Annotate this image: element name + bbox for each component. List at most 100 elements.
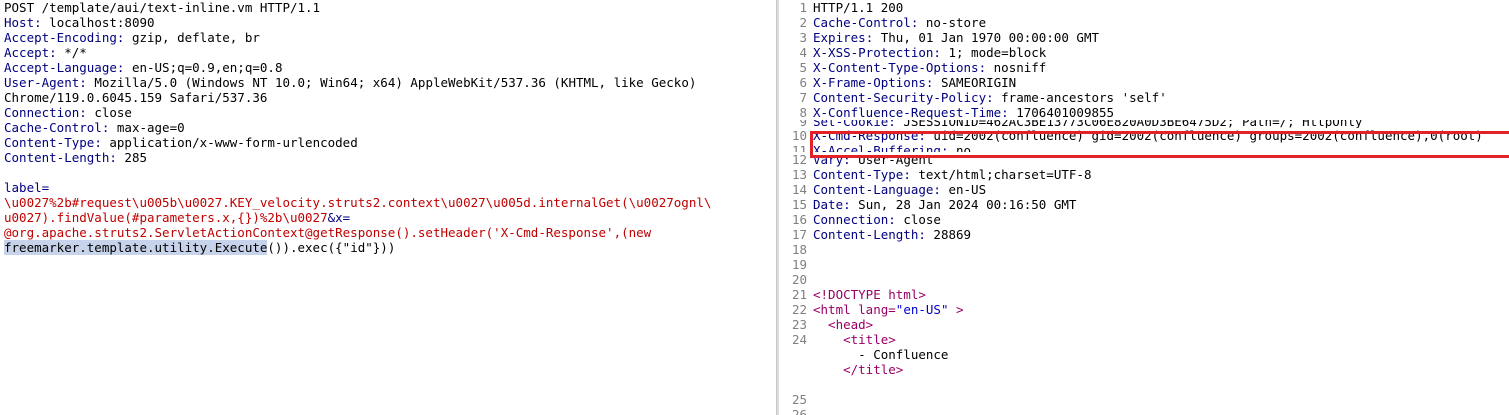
request-line: Host: localhost:8090 xyxy=(4,15,155,30)
response-line-17: 17 Content-Length: 28869 xyxy=(779,227,1509,242)
request-line: Chrome/119.0.6045.159 Safari/537.36 xyxy=(0,90,776,105)
header-value: no-store xyxy=(925,15,987,30)
header-value: en-US xyxy=(948,182,987,197)
header-name: X-XSS-Protection xyxy=(813,45,934,60)
line-number: 4 xyxy=(799,45,807,60)
header-value: 28869 xyxy=(933,227,972,242)
response-line-14: 14 Content-Language: en-US xyxy=(779,182,1509,197)
response-line-4: 4 X-XSS-Protection: 1; mode=block xyxy=(779,45,1509,60)
line-number: 6 xyxy=(799,75,807,90)
header-name: Set-Cookie xyxy=(813,120,889,128)
response-line-10: 10 X-Cmd-Response: uid=2002(confluence) g… xyxy=(779,128,1509,143)
request-line: Accept-Encoding: gzip, deflate, br xyxy=(4,30,260,45)
line-number: 16 xyxy=(791,212,807,227)
request-line: User-Agent: Mozilla/5.0 (Windows NT 10.0… xyxy=(4,75,697,90)
header-name: X-Content-Type-Options xyxy=(813,60,979,75)
header-value: gzip, deflate, br xyxy=(131,30,260,45)
header-value: text/html;charset=UTF-8 xyxy=(918,167,1092,182)
response-line-24-cont: - Confluence xyxy=(813,347,949,362)
line-number: 20 xyxy=(791,272,807,287)
header-name: Connection xyxy=(813,212,889,227)
header-value: 285 xyxy=(124,150,147,165)
response-headers: 1 HTTP/1.1 200 2 Cache-Control: no-store 3 Ex… xyxy=(779,0,1509,287)
line-number: 13 xyxy=(791,167,807,182)
response-line-8: 8 X-Confluence-Request-Time: 170640100985… xyxy=(779,105,1509,120)
response-line-9: 9 Set-Cookie: JSESSIONID=462AC3BE13773C06… xyxy=(779,120,1509,128)
header-value: close xyxy=(903,212,941,227)
header-value: no xyxy=(956,143,972,152)
request-line: POST /template/aui/text-inline.vm HTTP/1… xyxy=(0,0,776,15)
header-name: Vary xyxy=(813,152,844,167)
response-line-5: 5 X-Content-Type-Options: nosniff xyxy=(779,60,1509,75)
header-name: Cache-Control xyxy=(4,120,102,135)
line-number: 19 xyxy=(791,257,807,272)
header-name: Content-Security-Policy xyxy=(813,90,987,105)
response-line-3: 3 Expires: Thu, 01 Jan 1970 00:00:00 GMT xyxy=(779,30,1509,45)
request-body-line-1: label= xyxy=(0,180,776,195)
request-editor[interactable]: POST /template/aui/text-inline.vm HTTP/1… xyxy=(0,0,776,415)
header-name: Cache-Control xyxy=(813,15,911,30)
header-name: X-Frame-Options xyxy=(813,75,926,90)
header-value: frame-ancestors 'self' xyxy=(1001,90,1167,105)
response-line-25: 25 xyxy=(791,392,807,407)
response-line-16: 16 Connection: close xyxy=(779,212,1509,227)
request-body-line-4: @org.apache.struts2.ServletActionContext… xyxy=(4,225,652,240)
line-number: 14 xyxy=(791,182,807,197)
header-value: JSESSIONID=462AC3BE13773C06E820A0D3BE647… xyxy=(903,120,1363,128)
header-name: Host xyxy=(4,15,35,30)
response-line-19: 19 xyxy=(779,257,1509,272)
response-line-22: 22 <html lang="en-US" > xyxy=(791,302,964,317)
header-name: Accept xyxy=(4,45,50,60)
request-line: Content-Type: application/x-www-form-url… xyxy=(4,135,358,150)
response-viewer[interactable]: 1 HTTP/1.1 200 2 Cache-Control: no-store 3 Ex… xyxy=(779,0,1509,415)
header-name: Content-Language xyxy=(813,182,934,197)
request-blank-line xyxy=(0,165,776,180)
response-line-20: 20 xyxy=(779,272,1509,287)
selected-text[interactable]: freemarker.template.utility.Execute xyxy=(4,240,268,255)
response-line-12: 12 Vary: User-Agent xyxy=(779,152,1509,167)
request-line: Content-Length: 285 xyxy=(4,150,147,165)
header-name: Content-Length xyxy=(4,150,110,165)
line-number: 5 xyxy=(799,60,807,75)
header-name: Content-Length xyxy=(813,227,919,242)
header-name: Connection xyxy=(4,105,80,120)
header-value: POST /template/aui/text-inline.vm HTTP/1… xyxy=(4,0,321,15)
header-name: X-Accel-Buffering xyxy=(813,143,941,152)
param-name: label xyxy=(4,180,42,195)
response-line-18: 18 xyxy=(779,242,1509,257)
line-number: 12 xyxy=(791,152,807,167)
response-line-13: 13 Content-Type: text/html;charset=UTF-8 xyxy=(779,167,1509,182)
request-body-line-3: u0027).findValue(#parameters.x,{})%2b\u0… xyxy=(4,210,351,225)
line-number: 18 xyxy=(791,242,807,257)
line-number: 11 xyxy=(791,143,807,152)
header-value: Mozilla/5.0 (Windows NT 10.0; Win64; x64… xyxy=(94,75,697,90)
request-line: Accept-Language: en-US;q=0.9,en;q=0.8 xyxy=(4,60,283,75)
header-value: application/x-www-form-urlencoded xyxy=(109,135,358,150)
header-name: Date xyxy=(813,197,844,212)
line-number: 3 xyxy=(799,30,807,45)
header-name: User-Agent xyxy=(4,75,80,90)
line-number: 17 xyxy=(791,227,807,242)
header-value: 1; mode=block xyxy=(948,45,1047,60)
header-name: X-Cmd-Response xyxy=(813,128,919,143)
header-value: Chrome/119.0.6045.159 Safari/537.36 xyxy=(4,90,268,105)
line-number: 8 xyxy=(799,105,807,120)
request-line: Accept: */* xyxy=(4,45,87,60)
header-value: en-US;q=0.9,en;q=0.8 xyxy=(131,60,283,75)
response-line-24-close: </title> xyxy=(813,362,904,377)
header-value: nosniff xyxy=(993,60,1047,75)
header-value: Thu, 01 Jan 1970 00:00:00 GMT xyxy=(880,30,1099,45)
header-name: X-Confluence-Request-Time xyxy=(813,105,1002,120)
request-line: Cache-Control: max-age=0 xyxy=(4,120,185,135)
response-line-2: 2 Cache-Control: no-store xyxy=(779,15,1509,30)
header-value: max-age=0 xyxy=(116,120,185,135)
x-param: &x= xyxy=(327,210,351,225)
header-name: Accept-Encoding xyxy=(4,30,117,45)
line-number: 7 xyxy=(799,90,807,105)
response-line-11: 11 X-Accel-Buffering: no xyxy=(779,143,1509,152)
header-name: Expires xyxy=(813,30,866,45)
response-line-1: 1 HTTP/1.1 200 xyxy=(779,0,1509,15)
response-line-15: 15 Date: Sun, 28 Jan 2024 00:16:50 GMT xyxy=(779,197,1509,212)
request-body-line-5: freemarker.template.utility.Execute()).e… xyxy=(4,240,396,255)
header-name: Content-Type xyxy=(4,135,95,150)
